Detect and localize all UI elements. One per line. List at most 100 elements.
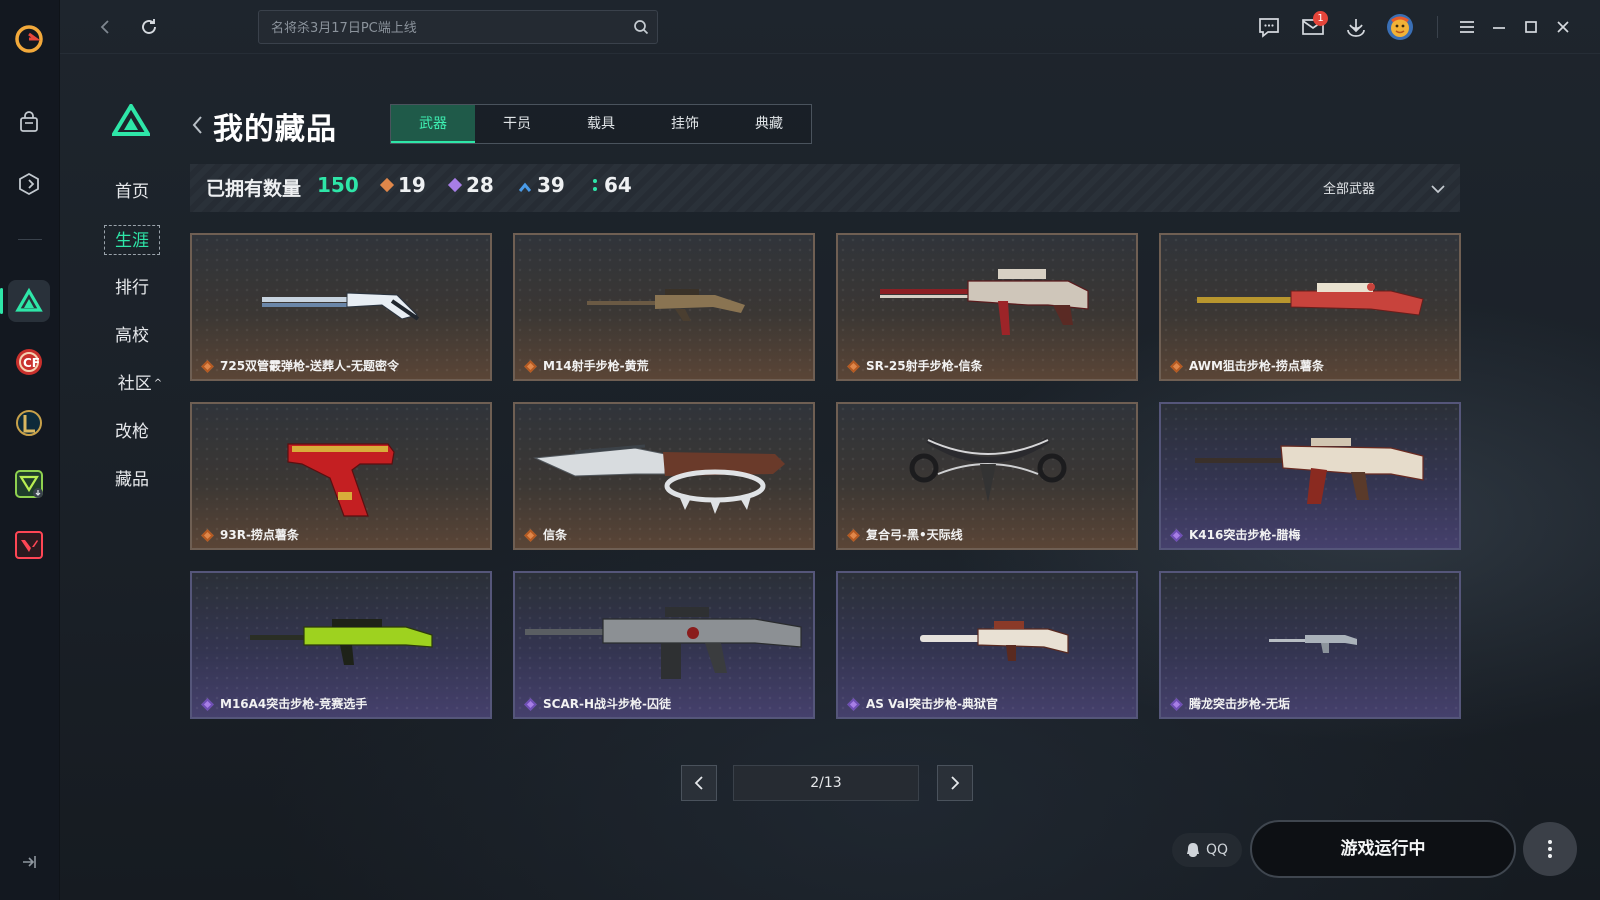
item-name: K416突击步枪-腊梅 bbox=[1189, 528, 1301, 542]
search-icon[interactable] bbox=[633, 19, 649, 39]
delta-force-game-icon[interactable] bbox=[8, 280, 50, 322]
search-box bbox=[258, 10, 658, 44]
download-icon[interactable] bbox=[1343, 14, 1369, 40]
tab-charms[interactable]: 挂饰 bbox=[643, 105, 727, 143]
owned-count: 150 bbox=[317, 173, 359, 197]
assault-rifle-image bbox=[250, 619, 433, 665]
minimize-icon[interactable] bbox=[1486, 14, 1512, 40]
ownership-stats-bar: 已拥有数量 150 19 28 39 64 全部武器 bbox=[190, 164, 1460, 212]
chevron-down-icon[interactable] bbox=[1430, 180, 1446, 199]
rail-divider bbox=[18, 239, 42, 240]
search-input[interactable] bbox=[271, 18, 611, 38]
shotgun-image bbox=[262, 292, 420, 321]
item-name: 93R-捞点薯条 bbox=[220, 528, 299, 542]
item-name: M16A4突击步枪-竞赛选手 bbox=[220, 697, 368, 711]
prev-page-button[interactable] bbox=[681, 765, 717, 801]
sniper-rifle-image bbox=[1197, 283, 1424, 316]
maximize-icon[interactable] bbox=[1518, 14, 1544, 40]
nav-career-label: 生涯 bbox=[115, 231, 149, 251]
more-options-button[interactable] bbox=[1523, 822, 1577, 876]
item-name: M14射手步枪-黄荒 bbox=[543, 359, 649, 373]
collection-card[interactable]: AS Val突击步枪-典狱官 bbox=[836, 571, 1138, 719]
purple-rarity-icon bbox=[1170, 529, 1183, 542]
crossfire-game-icon[interactable]: CF bbox=[8, 341, 50, 383]
chevron-left-icon[interactable] bbox=[190, 114, 204, 140]
collection-card[interactable]: 腾龙突击步枪-无垢 bbox=[1159, 571, 1461, 719]
next-page-button[interactable] bbox=[937, 765, 973, 801]
orange-rarity-icon bbox=[847, 529, 860, 542]
nav-career[interactable]: 生涯 bbox=[104, 225, 160, 255]
assault-rifle-image bbox=[1195, 438, 1424, 504]
bag-icon[interactable] bbox=[8, 102, 50, 144]
assault-rifle-image bbox=[1269, 635, 1357, 653]
blue-rarity-count: 39 bbox=[537, 173, 565, 197]
item-name: 725双管霰弹枪-送葬人-无题密令 bbox=[220, 359, 400, 373]
green-dots-icon bbox=[592, 173, 598, 197]
tab-vehicles[interactable]: 载具 bbox=[559, 105, 643, 143]
orange-rarity-stat: 19 bbox=[379, 173, 426, 197]
nav-community[interactable]: 社区 ^ bbox=[112, 369, 168, 399]
collection-card[interactable]: 725双管霰弹枪-送葬人-无题密令 bbox=[190, 233, 492, 381]
mail-badge: 1 bbox=[1313, 11, 1328, 26]
nav-ranking-label: 排行 bbox=[115, 278, 149, 298]
menu-icon[interactable] bbox=[1454, 14, 1480, 40]
refresh-icon[interactable] bbox=[136, 14, 162, 40]
chat-icon[interactable] bbox=[1256, 14, 1282, 40]
collection-card[interactable]: 信条 bbox=[513, 402, 815, 550]
back-icon[interactable] bbox=[92, 14, 118, 40]
collection-card[interactable]: SR-25射手步枪-信条 bbox=[836, 233, 1138, 381]
weapon-filter-dropdown[interactable]: 全部武器 bbox=[1323, 178, 1375, 197]
app-rail: CF bbox=[0, 0, 60, 900]
item-name: SR-25射手步枪-信条 bbox=[866, 359, 983, 373]
expand-sidebar-icon[interactable] bbox=[20, 853, 38, 875]
collection-card[interactable]: M16A4突击步枪-竞赛选手 bbox=[190, 571, 492, 719]
delta-force-logo-icon bbox=[110, 102, 152, 140]
close-icon[interactable] bbox=[1550, 14, 1576, 40]
collection-card[interactable]: AWM狙击步枪-捞点薯条 bbox=[1159, 233, 1461, 381]
qq-button[interactable]: QQ bbox=[1172, 833, 1242, 867]
item-name: 信条 bbox=[543, 528, 568, 542]
knife-image bbox=[533, 444, 785, 514]
valorant-game-icon[interactable] bbox=[8, 524, 50, 566]
game-running-button[interactable]: 游戏运行中 bbox=[1250, 820, 1516, 878]
item-name: 复合弓-黑•天际线 bbox=[866, 528, 963, 542]
collection-card[interactable]: M14射手步枪-黄荒 bbox=[513, 233, 815, 381]
marksman-rifle-image bbox=[880, 269, 1089, 335]
avatar[interactable] bbox=[1386, 13, 1414, 41]
owned-label: 已拥有数量 bbox=[206, 178, 302, 200]
app-logo-icon[interactable] bbox=[8, 18, 50, 60]
nav-collection[interactable]: 藏品 bbox=[104, 465, 160, 495]
collection-card[interactable]: SCAR-H战斗步枪-囚徒 bbox=[513, 571, 815, 719]
blue-chevron-icon bbox=[518, 173, 532, 197]
nav-college[interactable]: 高校 bbox=[104, 321, 160, 351]
orange-rarity-icon bbox=[201, 360, 214, 373]
item-name: SCAR-H战斗步枪-囚徒 bbox=[543, 697, 671, 711]
collection-tabs: 武器 干员 载具 挂饰 典藏 bbox=[390, 104, 812, 144]
game-center-icon[interactable] bbox=[8, 163, 50, 205]
purple-rarity-icon bbox=[524, 698, 537, 711]
orange-diamond-icon bbox=[379, 177, 395, 193]
collection-card[interactable]: 93R-捞点薯条 bbox=[190, 402, 492, 550]
assault-rifle-image bbox=[920, 621, 1069, 661]
purple-rarity-stat: 28 bbox=[447, 173, 494, 197]
nav-home[interactable]: 首页 bbox=[104, 177, 160, 207]
nav-gunsmith[interactable]: 改枪 bbox=[104, 417, 160, 447]
tab-archive[interactable]: 典藏 bbox=[727, 105, 811, 143]
download-game-icon[interactable] bbox=[8, 463, 50, 505]
collection-grid: 725双管霰弹枪-送葬人-无题密令 M14射手步枪-黄荒 SR-25射手步枪-信… bbox=[190, 233, 1461, 723]
rail-active-indicator bbox=[0, 288, 3, 314]
page-title: 我的藏品 bbox=[213, 112, 337, 147]
nav-ranking[interactable]: 排行 bbox=[104, 273, 160, 303]
tab-operators[interactable]: 干员 bbox=[475, 105, 559, 143]
collection-card[interactable]: K416突击步枪-腊梅 bbox=[1159, 402, 1461, 550]
blue-rarity-stat: 39 bbox=[518, 173, 565, 197]
purple-rarity-icon bbox=[1170, 698, 1183, 711]
chevron-left-icon bbox=[694, 776, 703, 790]
page-indicator: 2/13 bbox=[733, 765, 919, 801]
svg-text:CF: CF bbox=[23, 356, 40, 370]
top-bar: 1 bbox=[60, 0, 1600, 54]
tab-weapons[interactable]: 武器 bbox=[391, 105, 475, 143]
orange-rarity-icon bbox=[524, 529, 537, 542]
collection-card[interactable]: 复合弓-黑•天际线 bbox=[836, 402, 1138, 550]
league-game-icon[interactable] bbox=[8, 402, 50, 444]
